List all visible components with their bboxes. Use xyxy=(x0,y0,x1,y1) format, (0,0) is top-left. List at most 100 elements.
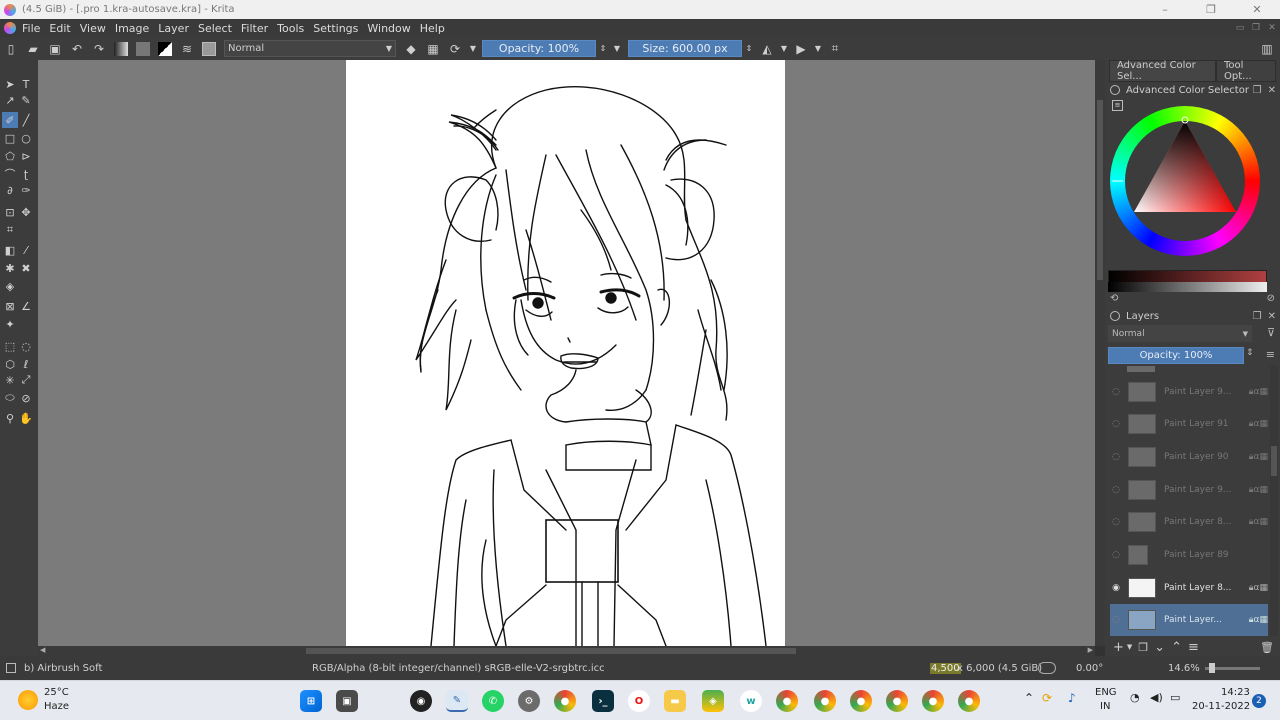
color-picker-icon[interactable]: ⁄ xyxy=(18,242,34,258)
delete-layer-icon[interactable]: 🗑︎ xyxy=(1260,641,1274,654)
layer-name[interactable]: Paint Layer 89 xyxy=(1164,550,1268,560)
opera-icon[interactable]: O xyxy=(628,690,650,712)
zoom-slider[interactable] xyxy=(1205,663,1260,673)
redo-icon[interactable]: ↷ xyxy=(88,38,110,60)
assistant-tool-icon[interactable]: ⊠ xyxy=(2,298,18,314)
zoom-slider-handle[interactable] xyxy=(1209,663,1215,673)
eraser-icon[interactable]: ◆ xyxy=(400,38,422,60)
float-docker-icon[interactable]: ❐ xyxy=(1253,85,1262,96)
layer-name[interactable]: Paint Layer... xyxy=(1164,615,1247,625)
close-docker-icon[interactable]: ✕ xyxy=(1268,311,1276,322)
layer-row[interactable]: ◌ Paint Layer 91 🔒︎α▦ xyxy=(1110,408,1268,440)
gradient-picker-icon[interactable] xyxy=(110,38,132,60)
vertical-scroll-thumb[interactable] xyxy=(1097,100,1103,280)
volume-icon[interactable]: ◀) xyxy=(1150,691,1163,704)
layer-row[interactable]: ◌ Paint Layer 90 🔒︎α▦ xyxy=(1110,441,1268,473)
layer-row[interactable]: ◌ Paint Layer 9... 🔒︎α▦ xyxy=(1110,474,1268,506)
obs-icon[interactable]: ◉ xyxy=(410,690,432,712)
layer-row[interactable]: ◉ Paint Layer 8... 🔒︎α▦ xyxy=(1110,572,1268,604)
layer-lock-icon[interactable]: 🔒︎α▦ xyxy=(1249,452,1268,462)
canvas-area[interactable] xyxy=(38,60,1095,647)
freehand-brush-icon[interactable]: ✐ xyxy=(2,112,18,128)
brush-presets-icon[interactable] xyxy=(198,38,220,60)
text-tool-icon[interactable]: T xyxy=(18,76,34,92)
docker-toggle-icon[interactable]: ▥ xyxy=(1256,38,1278,60)
menu-image[interactable]: Image xyxy=(115,22,149,35)
layers-blend-select[interactable]: Normal ▼ xyxy=(1108,325,1252,342)
size-slider[interactable]: Size: 600.00 px xyxy=(628,40,742,57)
sync-icon[interactable]: ⟳ xyxy=(1042,691,1052,705)
similar-select-icon[interactable]: ⤢ xyxy=(18,372,34,388)
layer-lock-icon[interactable]: 🔒︎α▦ xyxy=(1249,419,1268,429)
bezier-tool-icon[interactable]: ⌒ xyxy=(2,166,18,182)
krita-taskbar-icon[interactable]: ✎ xyxy=(446,690,468,712)
line-tool-icon[interactable]: ╱ xyxy=(18,112,34,128)
pattern-picker-icon[interactable] xyxy=(132,38,154,60)
hidden-eye-icon[interactable]: ◌ xyxy=(1110,485,1122,495)
chrome-profile-6-icon[interactable]: ● xyxy=(958,690,980,712)
battery-icon[interactable]: ▭ xyxy=(1170,691,1180,704)
layer-name[interactable]: Paint Layer 8... xyxy=(1164,583,1247,593)
chevron-down-icon[interactable]: ▼ xyxy=(1127,643,1132,651)
hidden-eye-icon[interactable]: ◌ xyxy=(1110,517,1122,527)
visible-eye-icon[interactable]: ◉ xyxy=(1110,583,1122,593)
drawing-canvas[interactable] xyxy=(346,60,785,647)
zoom-tool-icon[interactable]: ⚲ xyxy=(2,410,18,426)
chrome-icon[interactable]: ● xyxy=(554,690,576,712)
polygon-select-icon[interactable]: ⬡ xyxy=(2,356,18,372)
hidden-eye-icon[interactable]: ◌ xyxy=(1110,615,1122,625)
freehand-select-icon[interactable]: ℓ xyxy=(18,356,34,372)
menu-window[interactable]: Window xyxy=(367,22,410,35)
save-icon[interactable]: ▣ xyxy=(44,38,66,60)
polyline-tool-icon[interactable]: ⊳ xyxy=(18,148,34,164)
reference-tool-icon[interactable]: ✦ xyxy=(2,316,18,332)
chevron-down-icon[interactable]: ▼ xyxy=(812,38,824,60)
close-docker-icon[interactable]: ✕ xyxy=(1268,85,1276,96)
layer-row[interactable]: ◌ Paint Layer 8... 🔒︎α▦ xyxy=(1110,506,1268,538)
polygon-tool-icon[interactable]: ⬠ xyxy=(2,148,18,164)
transform-tool-icon[interactable]: ⊡ xyxy=(2,204,18,220)
layer-name[interactable]: Paint Layer 91 xyxy=(1164,419,1247,429)
brush-settings-icon[interactable]: ≋ xyxy=(176,38,198,60)
select-shapes-icon[interactable]: ➤ xyxy=(2,76,18,92)
menu-filter[interactable]: Filter xyxy=(241,22,268,35)
hidden-eye-icon[interactable]: ◌ xyxy=(1110,419,1122,429)
menu-file[interactable]: File xyxy=(22,22,40,35)
rotation-dial-icon[interactable] xyxy=(1038,662,1056,674)
open-folder-icon[interactable]: ▰ xyxy=(22,38,44,60)
hidden-eye-icon[interactable]: ◌ xyxy=(1110,452,1122,462)
layer-lock-icon[interactable]: 🔒︎α▦ xyxy=(1249,583,1268,593)
microphone-icon[interactable]: ♪ xyxy=(1068,691,1076,705)
ellipse-select-icon[interactable]: ◌ xyxy=(18,338,34,354)
new-document-icon[interactable]: ▯ xyxy=(0,38,22,60)
weather-temp[interactable]: 25°C xyxy=(44,687,69,698)
clock-date[interactable]: 20-11-2022 xyxy=(1192,701,1250,712)
filter-icon[interactable]: ⊽ xyxy=(1267,326,1275,339)
w-app-icon[interactable]: w xyxy=(740,690,762,712)
mdi-close-icon[interactable]: ✕ xyxy=(1264,19,1280,37)
calligraphy-icon[interactable]: ✎ xyxy=(18,92,34,108)
weather-desc[interactable]: Haze xyxy=(44,701,69,712)
mirror-vertical-icon[interactable]: ▶ xyxy=(790,38,812,60)
colorspace-info[interactable]: RGB/Alpha (8-bit integer/channel) sRGB-e… xyxy=(312,663,605,674)
color-history-bar-2[interactable] xyxy=(1108,282,1267,292)
layer-lock-icon[interactable]: 🔒︎α▦ xyxy=(1249,517,1268,527)
chevron-down-icon[interactable]: ▼ xyxy=(466,38,480,60)
chevron-up-icon[interactable]: ⌃ xyxy=(1024,691,1034,705)
blend-mode-select[interactable]: Normal ▼ xyxy=(224,40,396,57)
undo-icon[interactable]: ↶ xyxy=(66,38,88,60)
terminal-icon[interactable]: ›_ xyxy=(592,690,614,712)
move-up-icon[interactable]: ⌃ xyxy=(1171,640,1182,655)
scroll-right-icon[interactable]: ▶ xyxy=(1088,646,1093,654)
spinbox-arrows-icon[interactable]: ⇕ xyxy=(1246,348,1254,358)
language-line2[interactable]: IN xyxy=(1100,701,1110,712)
scroll-left-icon[interactable]: ◀ xyxy=(40,646,45,654)
krita-menu-icon[interactable] xyxy=(4,22,16,34)
settings-gear-icon[interactable]: ⚙ xyxy=(518,690,540,712)
task-view-icon[interactable]: ▣ xyxy=(336,690,358,712)
menu-layer[interactable]: Layer xyxy=(158,22,189,35)
opacity-slider[interactable]: Opacity: 100% xyxy=(482,40,596,57)
chrome-profile-3-icon[interactable]: ● xyxy=(850,690,872,712)
colorize-mask-icon[interactable]: ✱ xyxy=(2,260,18,276)
gradient-tool-icon[interactable]: ◧ xyxy=(2,242,18,258)
